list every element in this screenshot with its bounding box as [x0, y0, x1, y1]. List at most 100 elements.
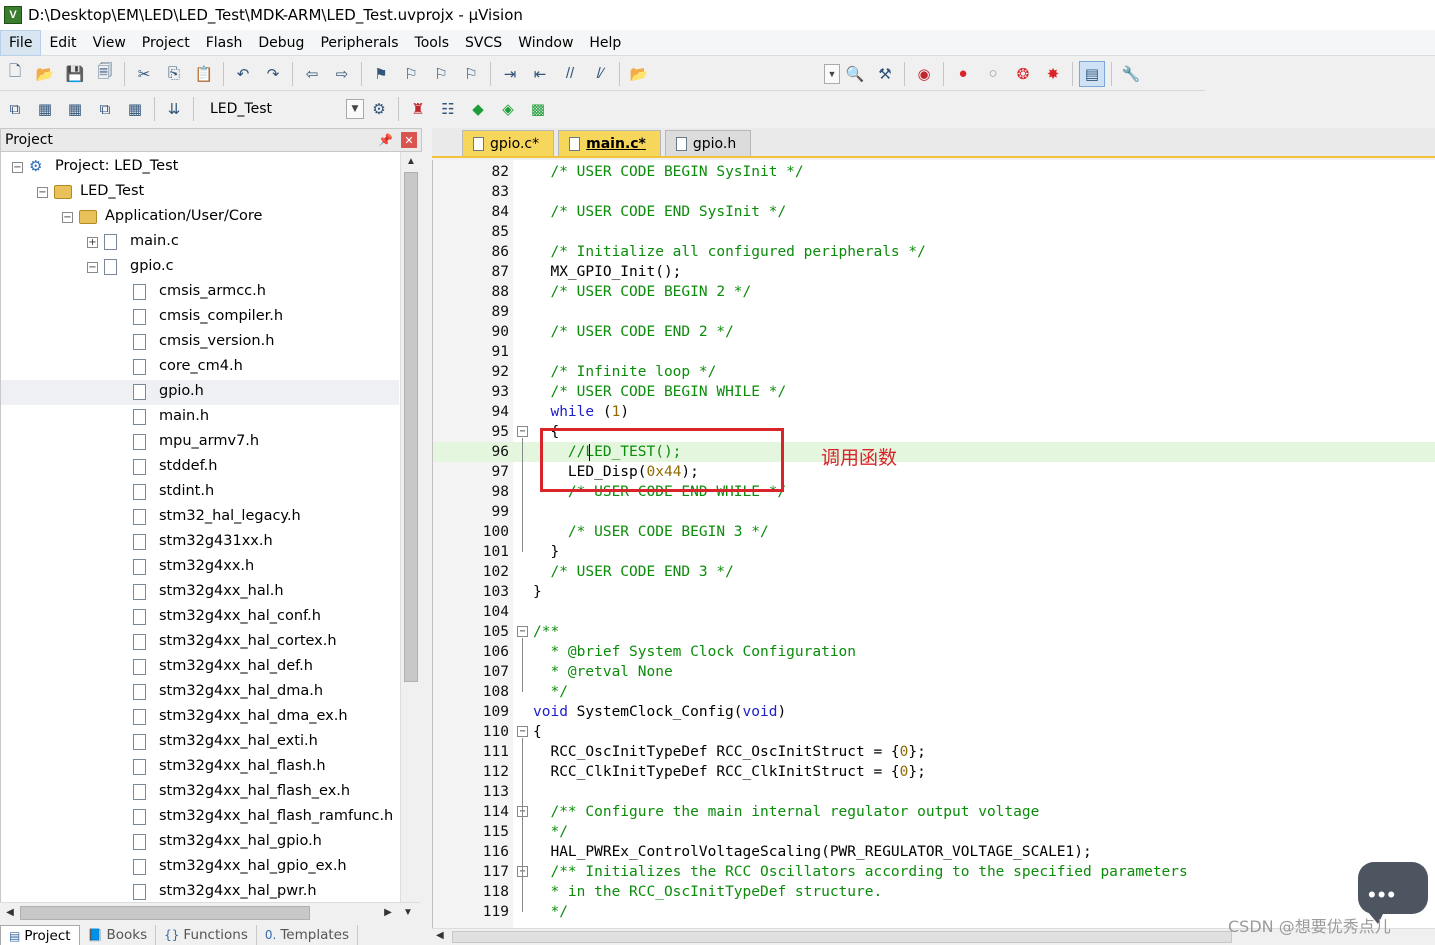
editor-tab[interactable]: gpio.h [664, 130, 752, 156]
kill-breakpoints-icon[interactable]: ✸ [1040, 61, 1066, 87]
cut-icon[interactable]: ✂ [131, 61, 157, 87]
menu-item-file[interactable]: File [0, 29, 42, 56]
menu-item-help[interactable]: Help [581, 31, 629, 55]
tree-item[interactable]: stm32g4xx_hal_dma.h [1, 680, 399, 705]
collapse-icon[interactable]: − [37, 187, 48, 198]
menu-item-edit[interactable]: Edit [41, 31, 84, 55]
scroll-right-arrow-icon[interactable]: ▶ [380, 905, 396, 921]
tree-item[interactable]: − gpio.c [1, 255, 399, 280]
tree-item[interactable]: cmsis_compiler.h [1, 305, 399, 330]
pin-icon[interactable]: 📌 [378, 133, 393, 147]
code-line[interactable]: 117− /** Initializes the RCC Oscillators… [433, 862, 1435, 882]
menu-item-debug[interactable]: Debug [250, 31, 312, 55]
editor-tab[interactable]: main.c* [558, 130, 661, 156]
code-line[interactable]: 90 /* USER CODE END 2 */ [433, 322, 1435, 342]
tree-item[interactable]: mpu_armv7.h [1, 430, 399, 455]
code-line[interactable]: 104 [433, 602, 1435, 622]
tree-item[interactable]: stm32g4xx_hal_cortex.h [1, 630, 399, 655]
tree-item[interactable]: stm32g4xx_hal.h [1, 580, 399, 605]
project-vertical-scrollbar[interactable]: ▲ [400, 152, 420, 902]
code-line[interactable]: 108 */ [433, 682, 1435, 702]
new-file-icon[interactable]: 🗋 [2, 61, 28, 87]
code-line[interactable]: 86 /* Initialize all configured peripher… [433, 242, 1435, 262]
project-horizontal-scrollbar[interactable]: ◀ ▶ ▼ [0, 902, 420, 922]
tree-item[interactable]: stm32g4xx_hal_flash.h [1, 755, 399, 780]
manage-run-time-icon[interactable]: ◆ [465, 96, 491, 122]
download-load-icon[interactable]: ⇊ [161, 96, 187, 122]
collapse-icon[interactable]: − [62, 212, 73, 223]
menu-item-svcs[interactable]: SVCS [457, 31, 510, 55]
save-all-icon[interactable]: 🗐 [92, 61, 118, 87]
file-extensions-icon[interactable]: ☷ [435, 96, 461, 122]
next-bookmark-icon[interactable]: ⚐ [428, 61, 454, 87]
code-editor[interactable]: 82 /* USER CODE BEGIN SysInit */ 83 84 /* … [432, 160, 1435, 930]
menu-item-flash[interactable]: Flash [198, 31, 251, 55]
code-line[interactable]: 88 /* USER CODE BEGIN 2 */ [433, 282, 1435, 302]
menu-item-view[interactable]: View [85, 31, 134, 55]
navigate-forward-icon[interactable]: ⇨ [329, 61, 355, 87]
tree-item[interactable]: main.h [1, 405, 399, 430]
code-line[interactable]: 109 void SystemClock_Config(void) [433, 702, 1435, 722]
tree-item[interactable]: − Application/User/Core [1, 205, 399, 230]
code-line[interactable]: 84 /* USER CODE END SysInit */ [433, 202, 1435, 222]
expand-icon[interactable]: + [87, 237, 98, 248]
code-line[interactable]: 102 /* USER CODE END 3 */ [433, 562, 1435, 582]
collapse-icon[interactable]: − [12, 162, 23, 173]
redo-icon[interactable]: ↷ [260, 61, 286, 87]
manage-components-icon[interactable]: ♜ [405, 96, 431, 122]
clear-bookmarks-icon[interactable]: ⚐ [458, 61, 484, 87]
comment-icon[interactable]: // [557, 61, 583, 87]
tree-item[interactable]: cmsis_armcc.h [1, 280, 399, 305]
tree-item[interactable]: cmsis_version.h [1, 330, 399, 355]
tree-item[interactable]: − LED_Test [1, 180, 399, 205]
collapse-icon[interactable]: − [87, 262, 98, 273]
target-select[interactable]: LED_Test ▼ [204, 98, 364, 120]
tree-item[interactable]: stm32g4xx_hal_flash_ex.h [1, 780, 399, 805]
save-icon[interactable]: 💾 [62, 61, 88, 87]
tree-item[interactable]: stm32g431xx.h [1, 530, 399, 555]
code-line[interactable]: 112 RCC_ClkInitTypeDef RCC_ClkInitStruct… [433, 762, 1435, 782]
code-line[interactable]: 111 RCC_OscInitTypeDef RCC_OscInitStruct… [433, 742, 1435, 762]
code-line[interactable]: 91 [433, 342, 1435, 362]
scroll-down-arrow-icon[interactable]: ▼ [400, 905, 416, 921]
code-line[interactable]: 93 /* USER CODE BEGIN WHILE */ [433, 382, 1435, 402]
code-line[interactable]: 92 /* Infinite loop */ [433, 362, 1435, 382]
pack-installer-icon[interactable]: ▩ [525, 96, 551, 122]
unindent-icon[interactable]: ⇤ [527, 61, 553, 87]
code-line[interactable]: 87 MX_GPIO_Init(); [433, 262, 1435, 282]
code-line[interactable]: 83 [433, 182, 1435, 202]
incremental-find-icon[interactable]: ⚒ [872, 61, 898, 87]
find-dropdown-arrow[interactable]: ▼ [824, 63, 840, 84]
scroll-up-arrow-icon[interactable]: ▲ [403, 154, 419, 170]
paste-icon[interactable]: 📋 [191, 61, 217, 87]
tree-item[interactable]: stm32g4xx.h [1, 555, 399, 580]
copy-icon[interactable]: ⎘ [161, 61, 187, 87]
code-line[interactable]: 99 [433, 502, 1435, 522]
undo-icon[interactable]: ↶ [230, 61, 256, 87]
tree-item[interactable]: stdint.h [1, 480, 399, 505]
scroll-thumb[interactable] [404, 172, 418, 682]
translate-icon[interactable]: ⧉ [2, 96, 28, 122]
tree-item[interactable]: stddef.h [1, 455, 399, 480]
tab-project[interactable]: ▤ Project [0, 925, 80, 945]
tree-item[interactable]: − ⚙ Project: LED_Test [1, 155, 399, 180]
code-line[interactable]: 110−{ [433, 722, 1435, 742]
scroll-thumb[interactable] [452, 931, 1232, 943]
code-line[interactable]: 113 [433, 782, 1435, 802]
find-in-files-icon[interactable]: 📂 [626, 61, 652, 87]
code-line[interactable]: 118 * in the RCC_OscInitTypeDef structur… [433, 882, 1435, 902]
tree-item[interactable]: stm32g4xx_hal_dma_ex.h [1, 705, 399, 730]
code-line[interactable]: 101 } [433, 542, 1435, 562]
tree-item[interactable]: stm32g4xx_hal_flash_ramfunc.h [1, 805, 399, 830]
tree-item[interactable]: stm32g4xx_hal_gpio.h [1, 830, 399, 855]
batch-build-icon[interactable]: ⧉ [92, 96, 118, 122]
scroll-left-arrow-icon[interactable]: ◀ [436, 930, 444, 941]
uncomment-icon[interactable]: /∕ [587, 61, 613, 87]
scroll-thumb[interactable] [20, 906, 310, 920]
tab-templates[interactable]: 0. Templates [257, 925, 358, 945]
open-file-icon[interactable]: 📂 [32, 61, 58, 87]
find-icon[interactable]: 🔍 [842, 61, 868, 87]
tree-item[interactable]: core_cm4.h [1, 355, 399, 380]
indent-icon[interactable]: ⇥ [497, 61, 523, 87]
code-line[interactable]: 107 * @retval None [433, 662, 1435, 682]
